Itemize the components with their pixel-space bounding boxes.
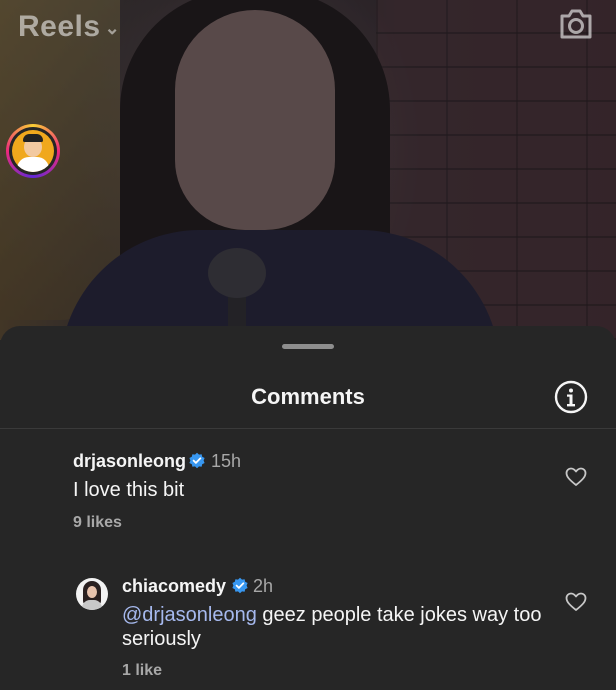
camera-icon[interactable] bbox=[558, 8, 594, 40]
comment-text: I love this bit bbox=[73, 479, 185, 501]
chevron-down-icon: ⌄ bbox=[104, 17, 121, 38]
avatar[interactable] bbox=[6, 124, 60, 178]
verified-badge-icon bbox=[232, 577, 248, 594]
reels-title: Reels bbox=[18, 10, 101, 43]
reels-title-button[interactable]: Reels ⌄ bbox=[18, 10, 120, 44]
sheet-drag-handle[interactable] bbox=[282, 344, 334, 349]
mention-link[interactable]: @drjasonleong bbox=[122, 604, 257, 626]
heart-icon[interactable] bbox=[565, 592, 587, 612]
reply-username[interactable]: chiacomedy bbox=[122, 576, 226, 597]
avatar[interactable] bbox=[76, 578, 108, 610]
reply-text: @drjasonleong geez people take jokes way… bbox=[122, 603, 552, 651]
comment-username[interactable]: drjasonleong bbox=[73, 451, 186, 472]
sheet-title: Comments bbox=[251, 384, 365, 409]
comment-likes[interactable]: 9 likes bbox=[73, 514, 122, 532]
info-icon[interactable] bbox=[554, 380, 588, 414]
reply-likes[interactable]: 1 like bbox=[122, 662, 162, 680]
divider bbox=[0, 428, 616, 429]
comment-time: 15h bbox=[211, 451, 242, 471]
reel-video[interactable]: Reels ⌄ bbox=[0, 0, 616, 340]
heart-icon[interactable] bbox=[565, 467, 587, 487]
verified-badge-icon bbox=[189, 452, 205, 469]
reply-time: 2h bbox=[253, 576, 274, 596]
